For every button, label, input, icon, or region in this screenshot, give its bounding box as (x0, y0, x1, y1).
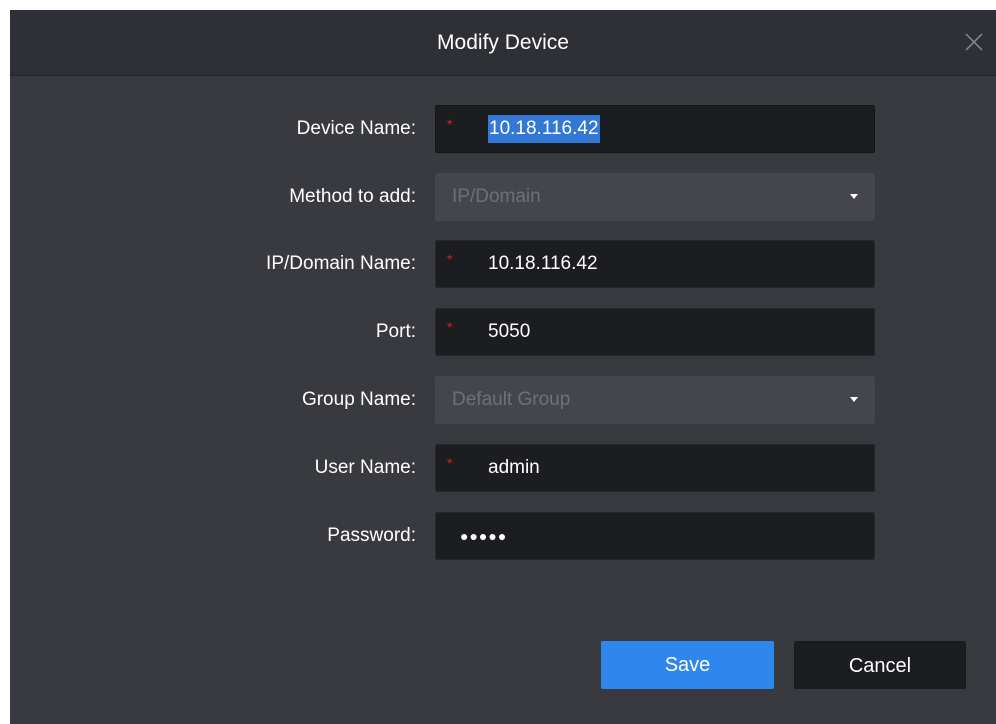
save-button[interactable]: Save (601, 641, 774, 689)
ip-domain-value: 10.18.116.42 (488, 253, 598, 274)
username-row: User Name: * admin (10, 444, 996, 492)
username-field[interactable]: * admin (435, 444, 875, 492)
method-label: Method to add: (289, 186, 416, 207)
port-row: Port: * 5050 (10, 308, 996, 356)
ip-domain-row: IP/Domain Name: * 10.18.116.42 (10, 240, 996, 288)
device-name-field[interactable]: * 10.18.116.42 (435, 105, 875, 153)
password-label: Password: (327, 525, 416, 546)
password-value: ●●●●● (460, 528, 508, 544)
chevron-down-icon (850, 194, 858, 199)
username-label: User Name: (314, 457, 416, 478)
password-field[interactable]: ●●●●● (435, 512, 875, 560)
required-marker: * (447, 455, 453, 471)
device-name-value: 10.18.116.42 (488, 115, 600, 143)
method-row: Method to add: IP/Domain (10, 173, 996, 221)
group-select[interactable]: Default Group (435, 376, 875, 424)
close-icon[interactable] (962, 30, 986, 54)
group-value: Default Group (452, 389, 571, 410)
ip-domain-label: IP/Domain Name: (266, 253, 416, 274)
port-field[interactable]: * 5050 (435, 308, 875, 356)
modify-device-dialog: Modify Device Device Name: * 10.18.116.4… (10, 10, 996, 724)
dialog-titlebar: Modify Device (10, 10, 996, 76)
required-marker: * (447, 251, 453, 267)
required-marker: * (447, 319, 453, 335)
password-row: Password: ●●●●● (10, 512, 996, 560)
group-label: Group Name: (301, 389, 416, 410)
device-name-row: Device Name: * 10.18.116.42 (10, 105, 996, 153)
cancel-button[interactable]: Cancel (794, 641, 966, 689)
method-value: IP/Domain (452, 186, 541, 207)
port-value: 5050 (488, 321, 531, 342)
ip-domain-field[interactable]: * 10.18.116.42 (435, 240, 875, 288)
required-marker: * (447, 116, 453, 132)
chevron-down-icon (850, 397, 858, 402)
device-name-label: Device Name: (296, 118, 416, 139)
group-row: Group Name: Default Group (10, 376, 996, 424)
port-label: Port: (375, 321, 416, 342)
username-value: admin (488, 457, 540, 478)
method-select[interactable]: IP/Domain (435, 173, 875, 221)
dialog-title: Modify Device (437, 31, 569, 54)
